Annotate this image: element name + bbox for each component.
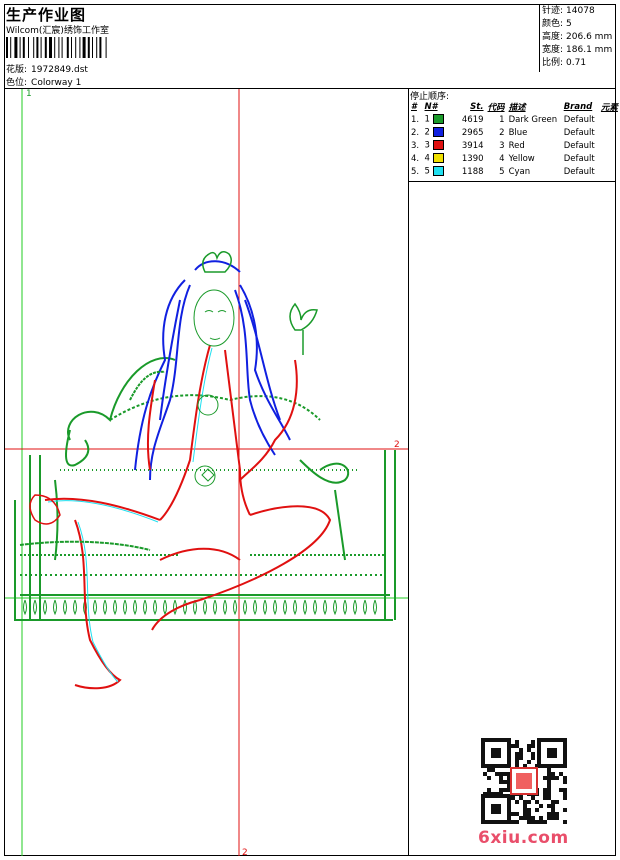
sofa-fringe (23, 599, 377, 616)
figure-outline (44, 344, 332, 690)
production-sheet: 生产作业图 Wilcom(汇宸)绣饰工作室 花版: 1972849.dst 色位:… (0, 0, 620, 860)
guide-marker-bottom: 2 (242, 848, 248, 858)
watermark-logo: 6xiu.com (478, 828, 569, 848)
guide-marker-1: 1 (26, 89, 32, 99)
lotus-flower (289, 302, 318, 355)
guide-marker-right: 2 (394, 440, 400, 450)
hair (134, 260, 291, 481)
sofa-outline (14, 357, 396, 621)
embroidery-design-preview (5, 89, 408, 856)
qr-code-icon (481, 738, 567, 824)
